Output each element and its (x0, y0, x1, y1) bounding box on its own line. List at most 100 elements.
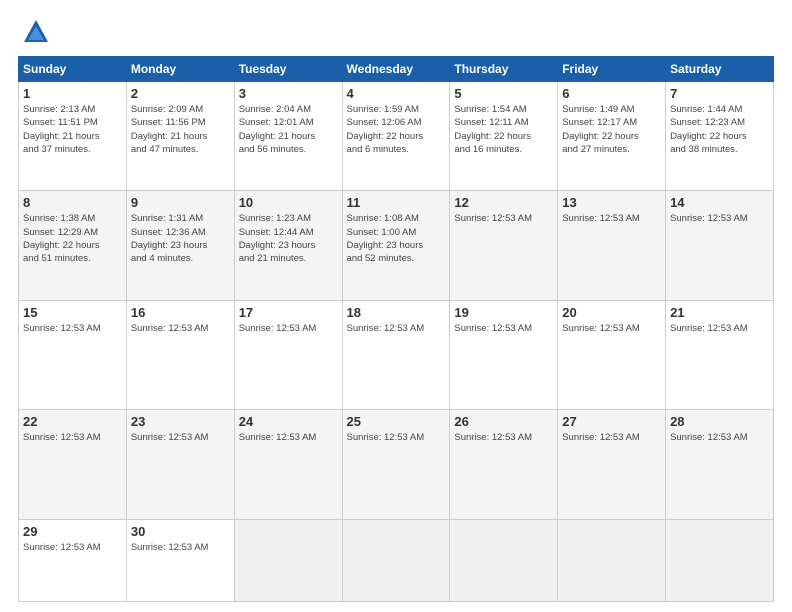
day-number: 28 (670, 414, 769, 429)
calendar-day-cell: 15 Sunrise: 12:53 AM (19, 300, 127, 409)
day-number: 22 (23, 414, 122, 429)
day-info: Sunrise: 12:53 AM (562, 322, 661, 335)
calendar-day-cell: 19 Sunrise: 12:53 AM (450, 300, 558, 409)
calendar-day-cell: 28 Sunrise: 12:53 AM (666, 410, 774, 519)
day-info: Sunrise: 12:53 AM (239, 431, 338, 444)
calendar-day-cell (450, 519, 558, 601)
calendar-day-cell: 1Sunrise: 2:13 AM Sunset: 11:51 PM Dayli… (19, 82, 127, 191)
day-number: 19 (454, 305, 553, 320)
day-info: Sunrise: 12:53 AM (23, 541, 122, 554)
calendar-day-cell: 24 Sunrise: 12:53 AM (234, 410, 342, 519)
calendar-day-cell: 4Sunrise: 1:59 AM Sunset: 12:06 AM Dayli… (342, 82, 450, 191)
calendar-week-row: 8 Sunrise: 1:38 AM Sunset: 12:29 AM Dayli… (19, 191, 774, 300)
calendar-day-cell: 18 Sunrise: 12:53 AM (342, 300, 450, 409)
day-number: 5 (454, 86, 553, 101)
day-info: Sunrise: 12:53 AM (23, 322, 122, 335)
day-number: 25 (347, 414, 446, 429)
day-number: 9 (131, 195, 230, 210)
calendar-day-cell: 27Sunrise: 12:53 AM (558, 410, 666, 519)
day-number: 30 (131, 524, 230, 539)
day-number: 29 (23, 524, 122, 539)
calendar-header-sunday: Sunday (19, 57, 127, 82)
day-number: 15 (23, 305, 122, 320)
day-info: Sunrise: 12:53 AM (131, 431, 230, 444)
day-info: Sunrise: 12:53 AM (454, 431, 553, 444)
calendar-day-cell: 7Sunrise: 1:44 AM Sunset: 12:23 AM Dayli… (666, 82, 774, 191)
calendar-table: SundayMondayTuesdayWednesdayThursdayFrid… (18, 56, 774, 602)
calendar-day-cell: 17Sunrise: 12:53 AM (234, 300, 342, 409)
day-info: Sunrise: 12:53 AM (562, 431, 661, 444)
calendar-header-monday: Monday (126, 57, 234, 82)
calendar-day-cell: 22 Sunrise: 12:53 AM (19, 410, 127, 519)
logo (18, 18, 50, 46)
calendar-header-row: SundayMondayTuesdayWednesdayThursdayFrid… (19, 57, 774, 82)
day-number: 26 (454, 414, 553, 429)
calendar-day-cell: 30 Sunrise: 12:53 AM (126, 519, 234, 601)
day-info: Sunrise: 12:53 AM (23, 431, 122, 444)
day-number: 20 (562, 305, 661, 320)
day-info: Sunrise: 2:09 AM Sunset: 11:56 PM Daylig… (131, 103, 230, 156)
day-info: Sunrise: 12:53 AM (670, 431, 769, 444)
day-info: Sunrise: 1:38 AM Sunset: 12:29 AM Daylig… (23, 212, 122, 265)
calendar-header-thursday: Thursday (450, 57, 558, 82)
calendar-day-cell: 26 Sunrise: 12:53 AM (450, 410, 558, 519)
day-number: 24 (239, 414, 338, 429)
calendar-day-cell: 5 Sunrise: 1:54 AM Sunset: 12:11 AM Dayli… (450, 82, 558, 191)
day-number: 8 (23, 195, 122, 210)
calendar-day-cell: 21 Sunrise: 12:53 AM (666, 300, 774, 409)
day-number: 13 (562, 195, 661, 210)
calendar-day-cell: 11 Sunrise: 1:08 AM Sunset: 1:00 AM Dayli… (342, 191, 450, 300)
calendar-day-cell: 6 Sunrise: 1:49 AM Sunset: 12:17 AM Dayli… (558, 82, 666, 191)
calendar-day-cell: 13 Sunrise: 12:53 AM (558, 191, 666, 300)
day-number: 21 (670, 305, 769, 320)
calendar-day-cell: 8 Sunrise: 1:38 AM Sunset: 12:29 AM Dayli… (19, 191, 127, 300)
day-number: 3 (239, 86, 338, 101)
day-info: Sunrise: 1:44 AM Sunset: 12:23 AM Daylig… (670, 103, 769, 156)
calendar-day-cell: 3 Sunrise: 2:04 AM Sunset: 12:01 AM Dayli… (234, 82, 342, 191)
calendar-day-cell (558, 519, 666, 601)
calendar-header-tuesday: Tuesday (234, 57, 342, 82)
day-info: Sunrise: 12:53 AM (454, 322, 553, 335)
calendar-day-cell: 10Sunrise: 1:23 AM Sunset: 12:44 AM Dayl… (234, 191, 342, 300)
calendar-week-row: 29 Sunrise: 12:53 AM 30 Sunrise: 12:53 AM (19, 519, 774, 601)
calendar-day-cell (342, 519, 450, 601)
calendar-day-cell: 23 Sunrise: 12:53 AM (126, 410, 234, 519)
day-number: 12 (454, 195, 553, 210)
calendar-day-cell (666, 519, 774, 601)
day-info: Sunrise: 1:54 AM Sunset: 12:11 AM Daylig… (454, 103, 553, 156)
calendar-week-row: 22Sunrise: 12:53 AM23Sunrise: 12:53 AM24… (19, 410, 774, 519)
day-number: 6 (562, 86, 661, 101)
day-info: Sunrise: 1:49 AM Sunset: 12:17 AM Daylig… (562, 103, 661, 156)
calendar-day-cell: 20 Sunrise: 12:53 AM (558, 300, 666, 409)
day-info: Sunrise: 12:53 AM (670, 212, 769, 225)
calendar-week-row: 1Sunrise: 2:13 AM Sunset: 11:51 PM Dayli… (19, 82, 774, 191)
day-number: 10 (239, 195, 338, 210)
day-number: 16 (131, 305, 230, 320)
day-info: Sunrise: 2:13 AM Sunset: 11:51 PM Daylig… (23, 103, 122, 156)
day-number: 4 (347, 86, 446, 101)
calendar-week-row: 15 Sunrise: 12:53 AM 16 Sunrise: 12:53 AM 17… (19, 300, 774, 409)
day-number: 23 (131, 414, 230, 429)
calendar-day-cell: 25Sunrise: 12:53 AM (342, 410, 450, 519)
day-info: Sunrise: 12:53 AM (454, 212, 553, 225)
day-info: Sunrise: 1:08 AM Sunset: 1:00 AM Dayligh… (347, 212, 446, 265)
calendar-day-cell: 14 Sunrise: 12:53 AM (666, 191, 774, 300)
calendar-day-cell: 2 Sunrise: 2:09 AM Sunset: 11:56 PM Dayli… (126, 82, 234, 191)
day-info: Sunrise: 12:53 AM (670, 322, 769, 335)
logo-icon (22, 18, 50, 46)
day-info: Sunrise: 12:53 AM (131, 541, 230, 554)
day-info: Sunrise: 12:53 AM (562, 212, 661, 225)
day-info: Sunrise: 12:53 AM (131, 322, 230, 335)
page: SundayMondayTuesdayWednesdayThursdayFrid… (0, 0, 792, 612)
day-number: 11 (347, 195, 446, 210)
day-number: 2 (131, 86, 230, 101)
calendar-day-cell: 9Sunrise: 1:31 AM Sunset: 12:36 AM Dayli… (126, 191, 234, 300)
day-info: Sunrise: 12:53 AM (347, 322, 446, 335)
calendar-header-saturday: Saturday (666, 57, 774, 82)
calendar-header-friday: Friday (558, 57, 666, 82)
day-number: 14 (670, 195, 769, 210)
day-info: Sunrise: 2:04 AM Sunset: 12:01 AM Daylig… (239, 103, 338, 156)
calendar-header-wednesday: Wednesday (342, 57, 450, 82)
calendar-day-cell: 29 Sunrise: 12:53 AM (19, 519, 127, 601)
day-number: 18 (347, 305, 446, 320)
